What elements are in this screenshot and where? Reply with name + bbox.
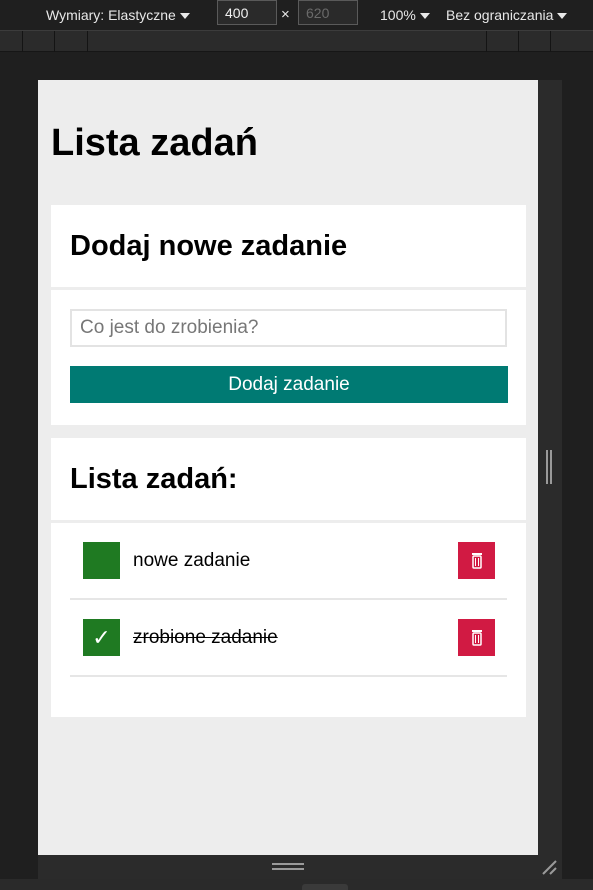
ruler-divider [518,31,519,52]
devtools-footer [0,879,593,890]
ruler-divider [550,31,551,52]
width-input[interactable] [217,0,277,25]
task-list: nowe zadanie ✓ zrobione zadanie [51,523,526,677]
ruler-divider [54,31,55,52]
chevron-down-icon [557,12,568,19]
delete-task-button[interactable] [458,619,495,656]
zoom-label: 100% [380,7,416,23]
devtools-toolbar: Wymiary: Elastyczne × 100% Bez ogranicza… [0,0,593,30]
task-list-header: Lista zadań: [51,438,526,523]
dimensions-dropdown[interactable]: Wymiary: Elastyczne [46,0,190,30]
media-query-ruler[interactable] [0,30,593,52]
throttle-dropdown[interactable]: Bez ograniczania [446,0,568,30]
ruler-divider [486,31,487,52]
add-task-card: Dodaj nowe zadanie Dodaj zadanie [51,205,526,425]
trash-icon [471,630,482,646]
add-task-form: Dodaj zadanie [51,290,526,403]
add-task-button[interactable]: Dodaj zadanie [70,366,508,403]
zoom-dropdown[interactable]: 100% [380,0,430,30]
ruler-divider [87,31,88,52]
add-task-header: Dodaj nowe zadanie [51,205,526,290]
task-label: zrobione zadanie [133,626,278,648]
emulated-viewport: Lista zadań Dodaj nowe zadanie Dodaj zad… [38,80,538,855]
footer-tab[interactable] [302,884,348,890]
task-item: nowe zadanie [70,523,507,600]
resize-grip-icon[interactable] [546,450,552,484]
dimensions-label: Wymiary: Elastyczne [46,7,176,23]
resize-grip-icon[interactable] [272,863,304,870]
task-list-card: Lista zadań: nowe zadanie ✓ zrobione zad… [51,438,526,717]
height-input[interactable] [298,0,358,25]
task-list-heading: Lista zadań: [70,462,238,495]
times-separator: × [281,6,290,23]
page-title: Lista zadań [51,122,258,164]
delete-task-button[interactable] [458,542,495,579]
add-task-heading: Dodaj nowe zadanie [70,229,348,262]
checkbox-icon[interactable] [83,542,120,579]
ruler-divider [22,31,23,52]
resize-corner-icon[interactable] [540,858,558,876]
checkbox-checked-icon[interactable]: ✓ [83,619,120,656]
throttle-label: Bez ograniczania [446,7,554,23]
task-item: ✓ zrobione zadanie [70,600,507,677]
task-label: nowe zadanie [133,549,251,571]
chevron-down-icon [179,12,190,19]
trash-icon [471,553,482,569]
chevron-down-icon [419,12,430,19]
task-input[interactable] [70,309,507,347]
